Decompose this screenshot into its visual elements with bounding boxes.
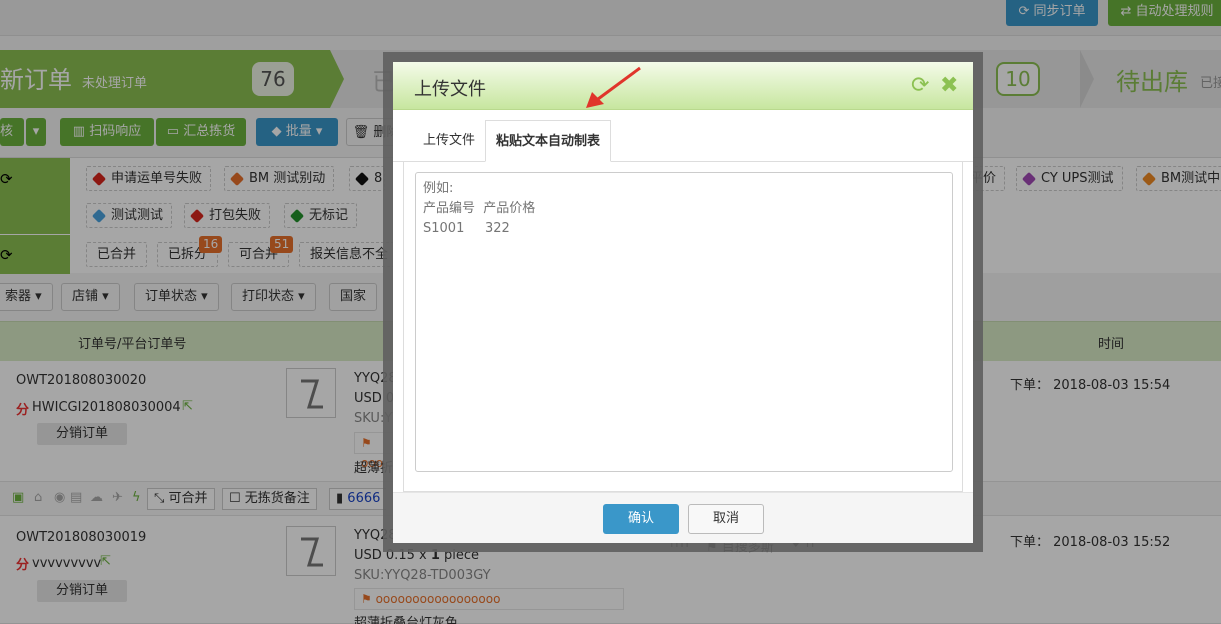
tab-upload-file[interactable]: 上传文件 [413, 120, 485, 162]
cancel-button[interactable]: 取消 [688, 504, 764, 534]
confirm-label: 确认 [627, 511, 654, 526]
close-icon[interactable]: ✖ [940, 74, 958, 98]
tab-label: 上传文件 [422, 133, 475, 148]
dialog-footer: 确认 取消 [393, 492, 973, 543]
refresh-icon[interactable]: ⟳ [911, 74, 929, 98]
dialog-body [403, 162, 963, 492]
confirm-button[interactable]: 确认 [603, 504, 679, 534]
upload-file-dialog: 上传文件 ⟳ ✖ 上传文件 粘贴文本自动制表 确认 取消 [393, 62, 973, 543]
cancel-label: 取消 [712, 511, 739, 526]
tab-label: 粘贴文本自动制表 [495, 134, 600, 149]
arrow-shaft [593, 66, 641, 104]
dialog-title: 上传文件 [414, 79, 486, 100]
arrow-head [586, 92, 604, 108]
paste-text-area[interactable] [415, 172, 953, 472]
order-app: ⟳ 同步订单 ⇄ 自动处理规则 新订单 未处理订单 76 已 10 待出库 已接… [0, 0, 1221, 624]
annotation-arrow [586, 66, 641, 108]
dialog-tabs: 上传文件 粘贴文本自动制表 [393, 110, 973, 162]
tab-paste-text[interactable]: 粘贴文本自动制表 [485, 120, 611, 162]
dialog-header: 上传文件 ⟳ ✖ [393, 62, 973, 110]
